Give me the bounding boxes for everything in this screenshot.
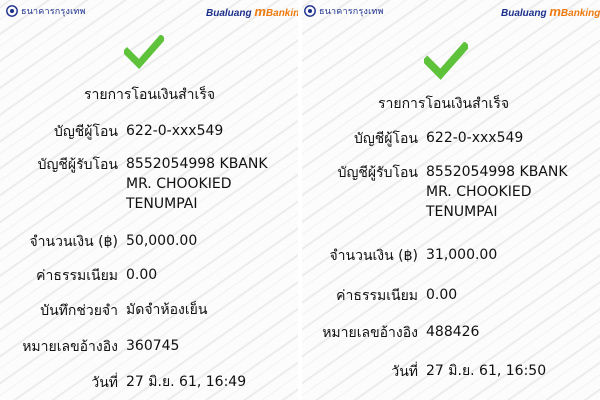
fee-label: ค่าธรรมเนียม	[36, 268, 118, 284]
bank-name: ธนาคารกรุงเทพ	[21, 7, 86, 17]
memo-row: บันทึกช่วยจำ มัดจำห้องเย็น	[0, 300, 207, 322]
amount-label: จำนวนเงิน (฿)	[329, 248, 418, 264]
from-account-value: 622-0-xxx549	[426, 130, 524, 146]
from-account-row: บัญชีผู้โอน 622-0-xxx549	[302, 128, 523, 150]
amount-label: จำนวนเงิน (฿)	[29, 234, 118, 250]
transfer-slip-right: ธนาคารกรุงเทพ Bualuang mBanking รายการโอ…	[302, 0, 600, 400]
transfer-slip-left: ธนาคารกรุงเทพ Bualuang mBanking รายการโอ…	[0, 0, 298, 400]
reference-label: หมายเลขอ้างอิง	[322, 325, 418, 341]
reference-value: 488426	[426, 324, 480, 340]
amount-row: จำนวนเงิน (฿) 50,000.00	[0, 231, 197, 253]
date-label: วันที่	[391, 364, 418, 380]
from-account-value: 622-0-xxx549	[126, 123, 224, 139]
date-label: วันที่	[91, 375, 118, 391]
to-account-label: บัญชีผู้รับโอน	[337, 165, 418, 181]
fee-value: 0.00	[426, 287, 458, 303]
to-account-name-line1: MR. CHOOKIED	[426, 184, 532, 200]
amount-value: 50,000.00	[126, 233, 198, 249]
to-account-name-line2: TENUMPAI	[426, 204, 498, 220]
transfer-success-title: รายการโอนเงินสำเร็จ	[378, 96, 510, 112]
bualuang-mbanking-brand: Bualuang mBanking	[206, 4, 298, 19]
from-account-label: บัญชีผู้โอน	[353, 131, 418, 147]
reference-row: หมายเลขอ้างอิง 360745	[0, 336, 179, 358]
date-row: วันที่ 27 มิ.ย. 61, 16:50	[302, 361, 546, 383]
date-value: 27 มิ.ย. 61, 16:49	[126, 374, 247, 390]
reference-value: 360745	[126, 338, 180, 354]
from-account-label: บัญชีผู้โอน	[53, 124, 118, 140]
to-account-label: บัญชีผู้รับโอน	[37, 157, 118, 173]
amount-value: 31,000.00	[426, 247, 498, 263]
fee-row: ค่าธรรมเนียม 0.00	[0, 265, 157, 287]
brand-part1: Bualuang	[501, 8, 550, 19]
success-check-icon	[124, 35, 164, 69]
success-check-icon	[424, 42, 468, 80]
bank-emblem-icon	[6, 5, 18, 17]
memo-label: บันทึกช่วยจำ	[40, 303, 118, 319]
bank-logo: ธนาคารกรุงเทพ	[6, 4, 86, 18]
to-account-name-line1: MR. CHOOKIED	[126, 176, 232, 192]
date-value: 27 มิ.ย. 61, 16:50	[426, 363, 547, 379]
fee-row: ค่าธรรมเนียม 0.00	[302, 285, 457, 307]
bank-name: ธนาคารกรุงเทพ	[319, 7, 384, 17]
memo-value: มัดจำห้องเย็น	[126, 302, 208, 318]
brand-part1: Bualuang	[206, 8, 255, 19]
bualuang-mbanking-brand: Bualuang mBanking	[501, 4, 600, 19]
bank-logo: ธนาคารกรุงเทพ	[304, 4, 384, 18]
transfer-success-title: รายการโอนเงินสำเร็จ	[84, 87, 216, 103]
brand-part3: Banking	[560, 8, 600, 19]
brand-part2: m	[549, 4, 561, 19]
fee-value: 0.00	[126, 267, 158, 283]
reference-row: หมายเลขอ้างอิง 488426	[302, 322, 479, 344]
amount-row: จำนวนเงิน (฿) 31,000.00	[302, 245, 497, 267]
from-account-row: บัญชีผู้โอน 622-0-xxx549	[0, 121, 223, 143]
fee-label: ค่าธรรมเนียม	[336, 288, 418, 304]
to-account-number: 8552054998 KBANK	[426, 164, 568, 180]
bank-emblem-icon	[304, 5, 316, 17]
brand-part2: m	[254, 4, 266, 19]
to-account-row: บัญชีผู้รับโอน 8552054998 KBANK MR. CHOO…	[0, 154, 268, 214]
to-account-number: 8552054998 KBANK	[126, 156, 268, 172]
reference-label: หมายเลขอ้างอิง	[22, 339, 118, 355]
brand-part3: Banking	[265, 8, 298, 19]
date-row: วันที่ 27 มิ.ย. 61, 16:49	[0, 372, 246, 394]
to-account-row: บัญชีผู้รับโอน 8552054998 KBANK MR. CHOO…	[302, 162, 568, 222]
to-account-name-line2: TENUMPAI	[126, 196, 198, 212]
